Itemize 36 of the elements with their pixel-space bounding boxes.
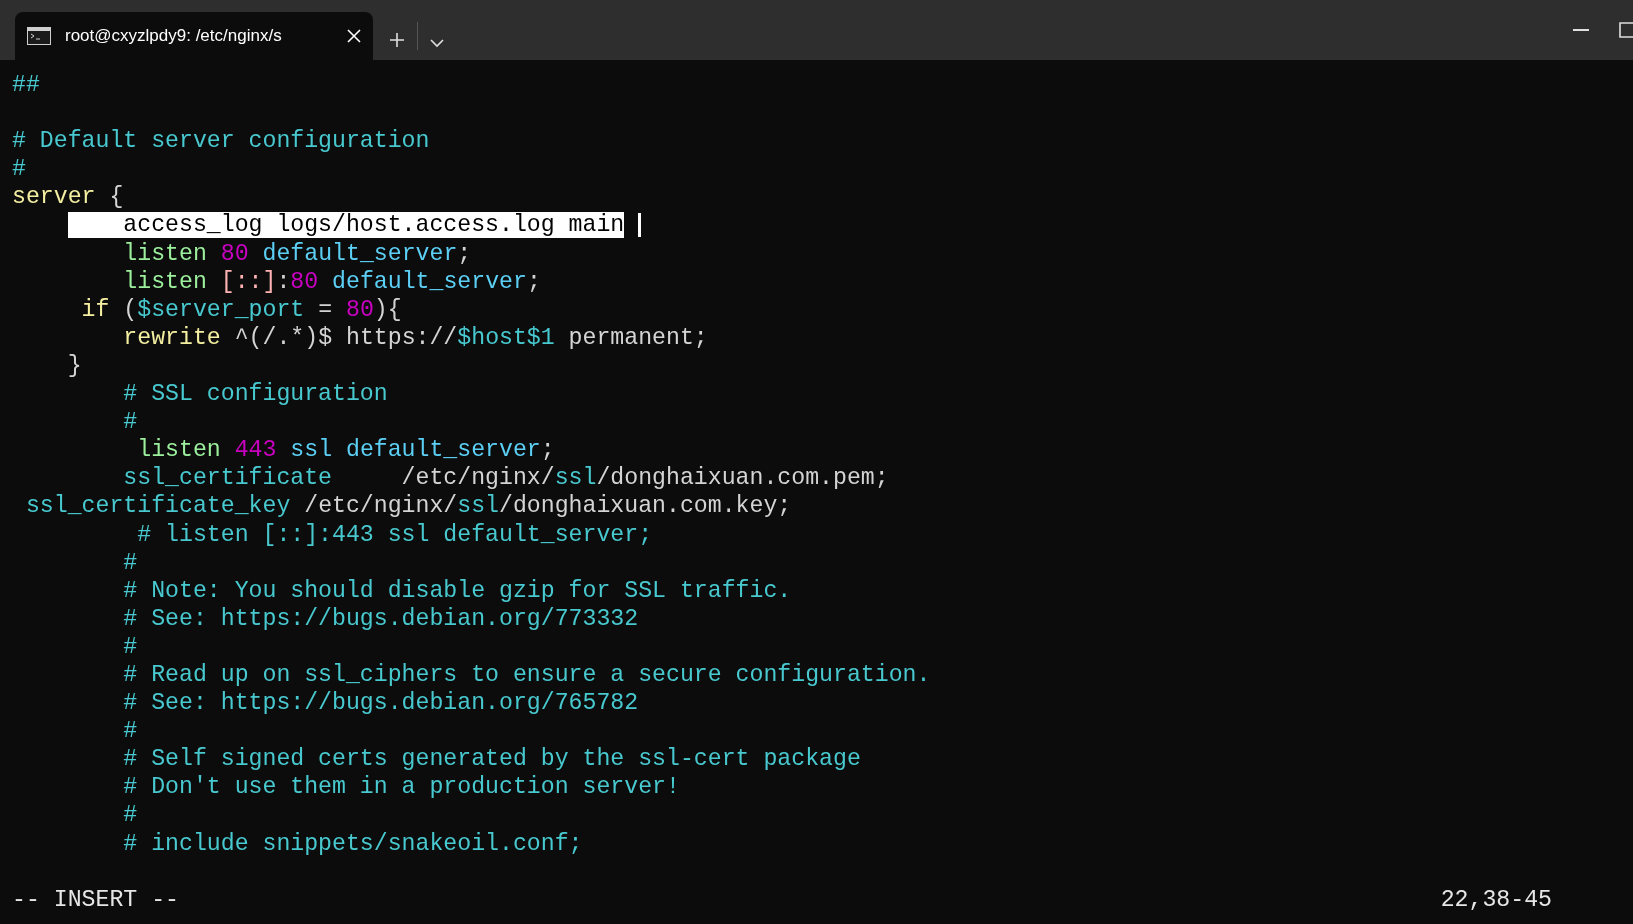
mode-indicator: -- INSERT --	[12, 885, 179, 914]
tab-title: root@cxyzlpdy9: /etc/nginx/s	[65, 26, 283, 46]
code-line: #	[122, 408, 139, 437]
chevron-down-icon	[430, 39, 444, 48]
terminal-tab[interactable]: root@cxyzlpdy9: /etc/nginx/s	[15, 12, 373, 60]
code-line: # See: https://bugs.debian.org/765782	[122, 689, 640, 718]
code-line: ##	[12, 71, 41, 100]
code-line: server {	[12, 183, 125, 212]
maximize-icon[interactable]	[1619, 22, 1633, 38]
code-line: # Read up on ssl_ciphers to ensure a secure configuration.	[122, 660, 932, 690]
code-line: #	[122, 632, 139, 661]
code-line: listen [::]:80 default_server;	[122, 267, 542, 296]
code-line: listen 443 ssl default_server;	[136, 436, 556, 465]
code-line: # SSL configuration	[122, 380, 389, 409]
close-icon[interactable]	[347, 29, 361, 43]
code-line: listen 80 default_server;	[122, 239, 473, 268]
cursor-position: 22,38-45	[1440, 885, 1552, 914]
code-line: #	[122, 801, 139, 830]
code-line: access_log logs/host.access.log main	[12, 211, 1633, 240]
code-line: #	[12, 155, 27, 184]
code-line: if ($server_port = 80){	[80, 295, 403, 324]
code-line: ssl_certificate_key /etc/nginx/ssl/donghaixuan.com.key;	[24, 492, 793, 521]
code-line: # listen [::]:443 ssl default_server;	[136, 520, 654, 549]
code-line: #	[122, 717, 139, 746]
code-line: # Don't use them in a production server!	[122, 773, 681, 802]
terminal-icon	[27, 27, 51, 45]
code-line: rewrite ^(/.*)$ https://$host$1 permanent;	[122, 323, 709, 352]
code-line: # See: https://bugs.debian.org/773332	[122, 604, 640, 633]
code-line: #	[122, 548, 139, 577]
code-line: # Note: You should disable gzip for SSL traffic.	[122, 576, 793, 605]
code-line: }	[66, 351, 83, 381]
code-line: # include snippets/snakeoil.conf;	[122, 829, 584, 858]
code-line: # Default server configuration	[12, 127, 431, 156]
plus-icon	[389, 32, 405, 48]
code-line: ssl_certificate /etc/nginx/ssl/donghaixuan.com.pem;	[122, 464, 890, 493]
code-line: # Self signed certs generated by the ssl-cert package	[122, 745, 862, 774]
